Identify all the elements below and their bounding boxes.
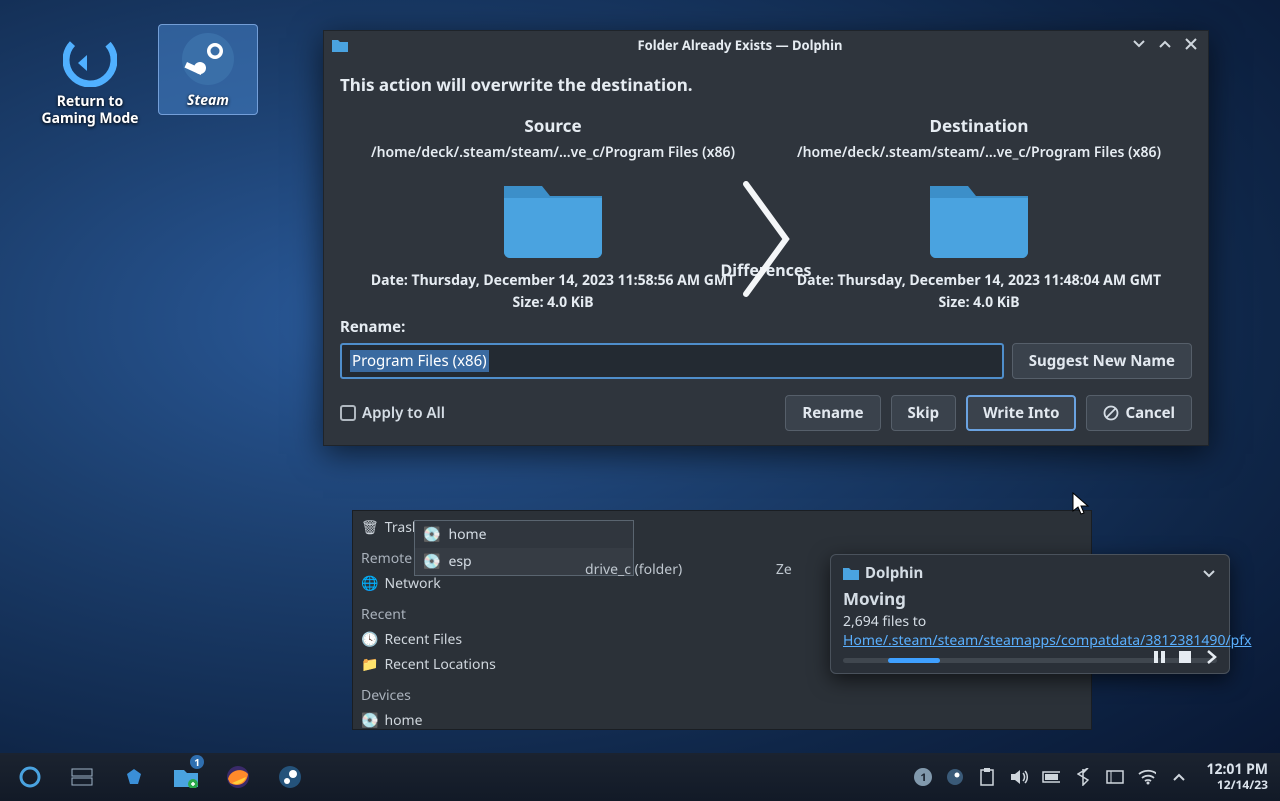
notif-body: 2,694 files to Home/.steam/steam/steamap… (843, 612, 1217, 650)
overwrite-dialog: Folder Already Exists — Dolphin This act… (323, 30, 1209, 446)
folder-icon (332, 38, 348, 52)
desktop-icon-steam[interactable]: Steam (158, 24, 258, 115)
notif-link[interactable]: Home/.steam/steam/steamapps/compatdata/3… (843, 631, 1252, 650)
desktop-icon-return-gaming[interactable]: Return to Gaming Mode (40, 30, 140, 128)
taskbar-steam[interactable] (266, 757, 314, 797)
stop-icon[interactable] (1177, 649, 1193, 665)
return-icon (60, 30, 120, 90)
source-side: Source /home/deck/.steam/steam/…ve_c/Pro… (340, 114, 766, 315)
desktop-icon-label: Return to Gaming Mode (40, 94, 140, 128)
discover-button[interactable] (110, 757, 158, 797)
globe-icon: 🌐 (361, 574, 378, 593)
suggest-name-button[interactable]: Suggest New Name (1012, 343, 1192, 379)
clock-date: 12/14/23 (1206, 778, 1268, 792)
rename-input[interactable]: Program Files (x86) (340, 343, 1004, 379)
close-icon[interactable] (1184, 37, 1200, 53)
progress-notification: Dolphin Moving 2,694 files to Home/.stea… (830, 554, 1230, 674)
folder-item-partial: Ze (776, 560, 792, 579)
cancel-icon (1103, 405, 1119, 421)
dest-side: Destination /home/deck/.steam/steam/…ve_… (766, 114, 1192, 315)
desktop-icon-label: Steam (159, 93, 257, 110)
taskbar: 1 1 12:01 PM 12/14/23 (0, 753, 1280, 801)
folder-icon (843, 566, 859, 580)
volume-icon[interactable] (1010, 768, 1028, 786)
dialog-titlebar[interactable]: Folder Already Exists — Dolphin (324, 31, 1208, 59)
drive-icon: 💽 (361, 711, 378, 730)
dest-date: Date: Thursday, December 14, 2023 11:48:… (766, 270, 1192, 292)
dest-size: Size: 4.0 KiB (766, 292, 1192, 314)
taskbar-firefox[interactable] (214, 757, 262, 797)
folder-clock-icon: 📁 (361, 655, 378, 674)
places-device-home[interactable]: 💽home (361, 708, 565, 733)
start-button[interactable] (6, 757, 54, 797)
minimize-icon[interactable] (1132, 37, 1148, 53)
rename-button[interactable]: Rename (785, 395, 880, 431)
keyboard-layout-icon[interactable] (1106, 768, 1124, 786)
wifi-icon[interactable] (1138, 768, 1156, 786)
source-path: /home/deck/.steam/steam/…ve_c/Program Fi… (340, 143, 766, 162)
maximize-icon[interactable] (1158, 37, 1174, 53)
trash-icon: 🗑 (361, 518, 379, 537)
tray-steam-icon[interactable] (946, 768, 964, 786)
write-into-button[interactable]: Write Into (966, 395, 1076, 431)
drive-icon: 💽 (423, 525, 440, 544)
places-section-devices: Devices (361, 683, 565, 708)
checkbox-icon (340, 405, 356, 421)
places-section-recent: Recent (361, 602, 565, 627)
dest-path: /home/deck/.steam/steam/…ve_c/Program Fi… (766, 143, 1192, 162)
chevron-down-icon[interactable] (1201, 565, 1217, 581)
dolphin-content-row: drive_c (folder) Ze (585, 560, 792, 579)
dest-header: Destination (766, 114, 1192, 137)
chevron-up-icon[interactable] (1170, 768, 1188, 786)
clock-icon: 🕓 (361, 630, 378, 649)
source-folder-icon (498, 170, 608, 260)
task-view-button[interactable] (58, 757, 106, 797)
clipboard-icon[interactable] (978, 768, 996, 786)
badge: 1 (190, 755, 204, 769)
places-recent-locations[interactable]: 📁Recent Locations (361, 652, 565, 677)
dest-folder-icon (924, 170, 1034, 260)
places-recent-files[interactable]: 🕓Recent Files (361, 627, 565, 652)
arrow-icon (731, 169, 801, 309)
apply-to-all-checkbox[interactable]: Apply to All (340, 403, 445, 423)
source-size: Size: 4.0 KiB (340, 292, 766, 314)
dialog-title: Folder Already Exists — Dolphin (348, 36, 1132, 54)
folder-item-drivec[interactable]: drive_c (folder) (585, 560, 682, 579)
system-tray: 1 (906, 768, 1196, 786)
tray-notification-badge[interactable]: 1 (914, 768, 932, 786)
popup-item-home[interactable]: 💽home (415, 521, 633, 548)
warning-text: This action will overwrite the destinati… (340, 73, 1192, 96)
steam-icon (178, 29, 238, 89)
source-header: Source (340, 114, 766, 137)
notif-app: Dolphin (865, 563, 923, 583)
battery-icon[interactable] (1042, 768, 1060, 786)
cancel-button[interactable]: Cancel (1086, 395, 1192, 431)
taskbar-dolphin[interactable]: 1 (162, 757, 210, 797)
drive-icon: 💽 (423, 552, 440, 571)
pause-icon[interactable] (1151, 649, 1167, 665)
bluetooth-icon[interactable] (1074, 768, 1092, 786)
rename-label: Rename: (340, 317, 1192, 337)
taskbar-clock[interactable]: 12:01 PM 12/14/23 (1200, 762, 1274, 792)
skip-button[interactable]: Skip (891, 395, 957, 431)
notif-title: Moving (843, 587, 1217, 610)
chevron-right-icon[interactable] (1203, 649, 1219, 665)
source-date: Date: Thursday, December 14, 2023 11:58:… (340, 270, 766, 292)
